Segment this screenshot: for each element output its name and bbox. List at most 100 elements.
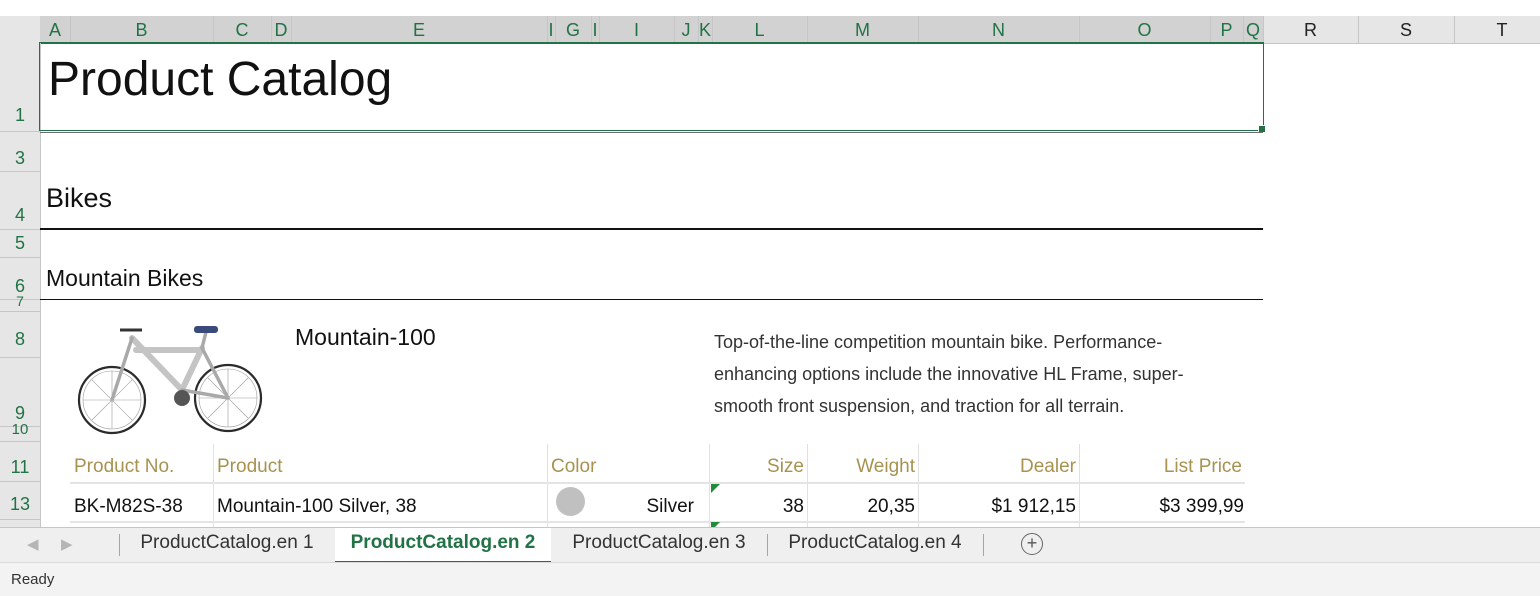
column-header-b[interactable]: B [70, 16, 213, 43]
column-header-t[interactable]: T [1454, 16, 1540, 43]
table-header-weight[interactable]: Weight [808, 456, 915, 478]
row-separator[interactable] [0, 441, 40, 442]
row-header-5[interactable]: 5 [0, 233, 40, 254]
column-separator[interactable] [807, 16, 808, 43]
table-header-color[interactable]: Color [551, 456, 596, 478]
column-separator[interactable] [712, 16, 713, 43]
row-separator[interactable] [0, 229, 40, 230]
row-separator[interactable] [0, 131, 40, 132]
column-header-i-narrow-2[interactable]: I [591, 16, 599, 43]
row-separator[interactable] [0, 357, 40, 358]
scroll-tabs-left-icon[interactable]: ◀ [27, 535, 39, 553]
column-separator[interactable] [599, 16, 600, 43]
cell-size[interactable]: 38 [710, 496, 804, 518]
row-header-8[interactable]: 8 [0, 329, 40, 350]
error-indicator-icon[interactable] [711, 484, 720, 493]
sheet-tab-4[interactable]: ProductCatalog.en 4 [768, 528, 982, 561]
column-separator[interactable] [213, 16, 214, 43]
column-header-o[interactable]: O [1079, 16, 1210, 43]
status-text: Ready [11, 571, 55, 588]
column-separator[interactable] [291, 16, 292, 43]
table-header-product[interactable]: Product [217, 456, 282, 478]
table-header-list-price[interactable]: List Price [1080, 456, 1242, 478]
cell-color[interactable]: Silver [600, 496, 694, 518]
catalog-title[interactable]: Product Catalog [48, 52, 392, 107]
column-separator[interactable] [547, 16, 548, 43]
row-header-1[interactable]: 1 [0, 105, 40, 126]
cell-product-no[interactable]: BK-M82S-38 [74, 496, 183, 518]
column-header-a[interactable]: A [40, 16, 70, 43]
column-separator[interactable] [1454, 16, 1455, 43]
column-separator[interactable] [1079, 16, 1080, 43]
column-header-l[interactable]: L [712, 16, 807, 43]
row-header-3[interactable]: 3 [0, 148, 40, 169]
status-bar: Ready [0, 562, 1540, 596]
column-separator[interactable] [918, 16, 919, 43]
subcategory-heading[interactable]: Mountain Bikes [46, 265, 203, 292]
column-header-g[interactable]: G [555, 16, 591, 43]
column-header-j[interactable]: J [674, 16, 698, 43]
column-header-d[interactable]: D [271, 16, 291, 43]
color-swatch [556, 487, 585, 516]
column-header-e[interactable]: E [291, 16, 547, 43]
row-header-10[interactable]: 10 [0, 421, 40, 438]
column-header-m[interactable]: M [807, 16, 918, 43]
row-header-13[interactable]: 13 [0, 494, 40, 515]
add-sheet-button[interactable]: + [1021, 533, 1043, 555]
table-header-dealer[interactable]: Dealer [919, 456, 1076, 478]
column-separator[interactable] [1358, 16, 1359, 43]
row-header-7[interactable]: 7 [0, 293, 40, 309]
column-separator[interactable] [271, 16, 272, 43]
column-separator[interactable] [1263, 16, 1264, 43]
title-underline [40, 132, 1263, 133]
table-header-border [70, 482, 1245, 484]
sheet-tab-1[interactable]: ProductCatalog.en 1 [120, 528, 334, 561]
column-header-r[interactable]: R [1263, 16, 1358, 43]
column-separator[interactable] [698, 16, 699, 43]
column-header-p[interactable]: P [1210, 16, 1243, 43]
table-row-border [70, 521, 1245, 523]
column-separator[interactable] [591, 16, 592, 43]
mountain-bike-image[interactable] [72, 320, 268, 440]
category-underline [40, 228, 1263, 230]
sheet-tab-3[interactable]: ProductCatalog.en 3 [552, 528, 766, 561]
table-header-product-no[interactable]: Product No. [74, 456, 174, 478]
table-column-line [213, 444, 214, 527]
cell-list-price[interactable]: $3 399,99 [1080, 496, 1244, 518]
description-line-3[interactable]: smooth front suspension, and traction fo… [714, 396, 1124, 417]
column-separator[interactable] [674, 16, 675, 43]
row-separator[interactable] [0, 481, 40, 482]
column-header-c[interactable]: C [213, 16, 271, 43]
sheet-tab-bar: ◀ ▶ ProductCatalog.en 1 ProductCatalog.e… [0, 527, 1540, 563]
column-separator[interactable] [1210, 16, 1211, 43]
column-header-i[interactable]: I [599, 16, 674, 43]
category-heading[interactable]: Bikes [46, 183, 112, 214]
row-header-11[interactable]: 11 [0, 457, 40, 478]
subcategory-underline [40, 299, 1263, 300]
column-header-i-narrow[interactable]: I [547, 16, 555, 43]
row-separator[interactable] [0, 519, 40, 520]
column-header-q[interactable]: Q [1243, 16, 1263, 43]
table-column-line [547, 444, 548, 527]
tab-separator [983, 534, 984, 556]
row-separator[interactable] [0, 311, 40, 312]
column-header-n[interactable]: N [918, 16, 1079, 43]
column-separator[interactable] [1243, 16, 1244, 43]
row-header-4[interactable]: 4 [0, 205, 40, 226]
column-separator[interactable] [555, 16, 556, 43]
column-header-s[interactable]: S [1358, 16, 1454, 43]
product-name[interactable]: Mountain-100 [295, 324, 436, 351]
scroll-tabs-right-icon[interactable]: ▶ [61, 535, 73, 553]
description-line-1[interactable]: Top-of-the-line competition mountain bik… [714, 332, 1162, 353]
column-separator[interactable] [70, 16, 71, 43]
row-separator[interactable] [0, 171, 40, 172]
column-header-k[interactable]: K [698, 16, 712, 43]
sheet-tab-2-active[interactable]: ProductCatalog.en 2 [335, 528, 551, 563]
table-header-size[interactable]: Size [710, 456, 804, 478]
cell-weight[interactable]: 20,35 [808, 496, 915, 518]
row-header-bar: 1 3 4 5 6 7 8 9 10 11 13 [0, 43, 41, 527]
row-separator[interactable] [0, 257, 40, 258]
cell-dealer[interactable]: $1 912,15 [919, 496, 1076, 518]
description-line-2[interactable]: enhancing options include the innovative… [714, 364, 1184, 385]
cell-product[interactable]: Mountain-100 Silver, 38 [217, 496, 417, 518]
